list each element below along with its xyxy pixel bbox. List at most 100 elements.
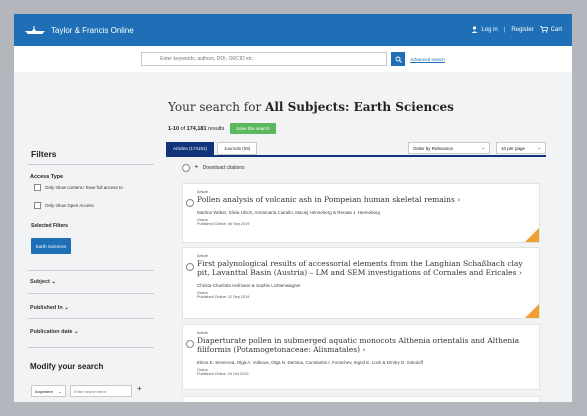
login-link[interactable]: Log in <box>471 25 498 35</box>
search-input[interactable]: Enter keywords, authors, DOI, ORCID etc <box>141 52 388 66</box>
article-type: Article <box>197 189 209 194</box>
published-in-accordion[interactable]: Published In ⌄ <box>30 305 69 311</box>
access-type-heading: Access Type <box>30 174 64 180</box>
divider <box>28 318 154 319</box>
chevron-right-icon: › <box>454 195 461 204</box>
article-card: Article Diaperturate pollen in submerged… <box>182 324 540 390</box>
page-content: Filters Access Type Only show content I … <box>14 72 572 402</box>
tab-journals[interactable]: Journals (59) <box>217 142 258 155</box>
top-nav-bar: Taylor & Francis Online Log in | Registe… <box>14 14 572 46</box>
results-suffix: results <box>206 125 225 132</box>
article-title-link[interactable]: Diaperturate pollen in submerged aquatic… <box>197 336 529 354</box>
add-term-button[interactable]: + <box>137 384 142 393</box>
full-access-option[interactable]: Only show content I have full access to <box>34 184 123 191</box>
article-title: First palynological results of accessori… <box>197 259 523 277</box>
search-icon <box>395 50 402 68</box>
open-access-label: Only show Open Access <box>45 203 94 208</box>
article-type: Article <box>197 330 209 335</box>
chevron-down-icon: ⌄ <box>64 305 69 311</box>
open-access-checkbox[interactable] <box>34 202 41 209</box>
cart-label: Cart <box>550 27 562 33</box>
download-citations-link[interactable]: Download citations <box>203 165 245 171</box>
filters-title: Filters <box>31 149 57 159</box>
article-title-link[interactable]: First palynological results of accessori… <box>197 259 529 277</box>
search-term-input[interactable]: Enter search term <box>70 385 132 397</box>
search-strip: Enter keywords, authors, DOI, ORCID etc … <box>14 46 572 72</box>
page-title: Your search for All Subjects: Earth Scie… <box>168 100 454 114</box>
select-all-radio[interactable] <box>182 164 190 172</box>
download-citations-row[interactable]: ❝ Download citations <box>182 164 245 172</box>
article-select-radio[interactable] <box>186 199 194 207</box>
article-select-radio[interactable] <box>186 263 194 271</box>
results-count-row: 1-10 of 174,181 results Save this search <box>168 123 276 134</box>
publication-date-accordion[interactable]: Publication date ⌄ <box>30 329 79 335</box>
of-text: of <box>179 125 187 132</box>
open-access-corner-icon <box>525 228 539 242</box>
field-select[interactable]: Anywhere ⌄ <box>31 385 66 397</box>
article-title: Diaperturate pollen in submerged aquatic… <box>197 336 520 354</box>
divider <box>28 347 154 348</box>
filters-sidebar: Filters Access Type Only show content I … <box>14 72 154 402</box>
subject-label: Subject <box>30 279 50 285</box>
tab-articles[interactable]: Articles (174181) <box>166 142 215 155</box>
article-authors[interactable]: Christa-Charlotte Hofmann & Sophie Licht… <box>197 283 529 288</box>
field-select-value: Anywhere <box>35 388 53 394</box>
chevron-down-icon: ⌄ <box>537 145 541 150</box>
results-main: Your search for All Subjects: Earth Scie… <box>166 72 546 402</box>
published-in-label: Published In <box>30 305 63 311</box>
divider <box>28 164 154 165</box>
boat-logo-icon <box>24 25 46 35</box>
article-authors[interactable]: Elena E. Severova, Olga A. Volkova, Olga… <box>197 360 529 365</box>
earth-sciences-filter-chip[interactable]: Earth Sciences <box>31 238 71 254</box>
advanced-search-link[interactable]: Advanced search <box>410 57 445 62</box>
open-access-option[interactable]: Only show Open Access <box>34 202 94 209</box>
chevron-down-icon: ⌄ <box>51 279 57 285</box>
subject-accordion[interactable]: Subject ⌄ <box>30 279 56 285</box>
sort-select[interactable]: Order by Relevance ⌄ <box>408 142 490 154</box>
user-icon <box>471 25 478 35</box>
article-date: Published Online: 06 Sep 2019 <box>197 222 250 226</box>
search-query: All Subjects: Earth Sciences <box>265 100 454 114</box>
search-button[interactable] <box>391 50 406 68</box>
article-title-link[interactable]: Pollen analysis of volcanic ash in Pompe… <box>197 195 529 204</box>
title-prefix: Your search for <box>168 100 266 114</box>
open-access-corner-icon <box>525 304 539 318</box>
per-page-select[interactable]: 10 per page ⌄ <box>496 142 546 154</box>
article-date: Published Online: 24 Oct 2019 <box>197 372 249 376</box>
chevron-right-icon: › <box>516 268 522 277</box>
publication-date-label: Publication date <box>30 329 73 335</box>
brand-logo[interactable]: Taylor & Francis Online <box>24 25 134 35</box>
sort-value: Order by Relevance <box>413 145 454 151</box>
selected-filters-heading: Selected Filters <box>31 223 68 229</box>
results-count: 1-10 of 174,181 results <box>168 126 224 132</box>
full-access-label: Only show content I have full access to <box>45 185 123 190</box>
nav-separator: | <box>503 27 506 33</box>
per-page-value: 10 per page <box>501 145 526 151</box>
article-type: Article <box>197 253 209 258</box>
full-access-checkbox[interactable] <box>34 184 41 191</box>
chevron-down-icon: ⌄ <box>58 388 62 394</box>
brand-name: Taylor & Francis Online <box>51 25 134 35</box>
cart-link[interactable]: Cart <box>539 25 562 35</box>
chevron-down-icon: ⌄ <box>74 329 79 335</box>
article-card: Article First palynological results of a… <box>182 247 540 319</box>
article-select-radio[interactable] <box>186 340 194 348</box>
login-label: Log in <box>481 27 498 33</box>
modify-search-heading: Modify your search <box>30 362 104 371</box>
results-tabs: Articles (174181) Journals (59) <box>166 142 258 155</box>
article-date: Published Online: 12 Sep 2019 <box>197 295 250 299</box>
chevron-down-icon: ⌄ <box>481 145 485 150</box>
divider <box>28 293 154 294</box>
save-search-button[interactable]: Save this search <box>230 123 276 134</box>
article-card <box>182 396 540 402</box>
article-authors[interactable]: Martina Weber, Silvia Ulrich, Annamaria … <box>197 210 529 215</box>
quote-icon: ❝ <box>195 165 198 171</box>
result-total: 174,181 <box>186 125 207 132</box>
result-range: 1-10 <box>168 125 180 132</box>
cart-icon <box>539 25 548 35</box>
article-card: Article Pollen analysis of volcanic ash … <box>182 183 540 243</box>
tab-underline <box>166 155 546 157</box>
article-title: Pollen analysis of volcanic ash in Pompe… <box>197 195 455 204</box>
chevron-right-icon: › <box>360 345 366 354</box>
register-link[interactable]: Register <box>511 27 533 33</box>
